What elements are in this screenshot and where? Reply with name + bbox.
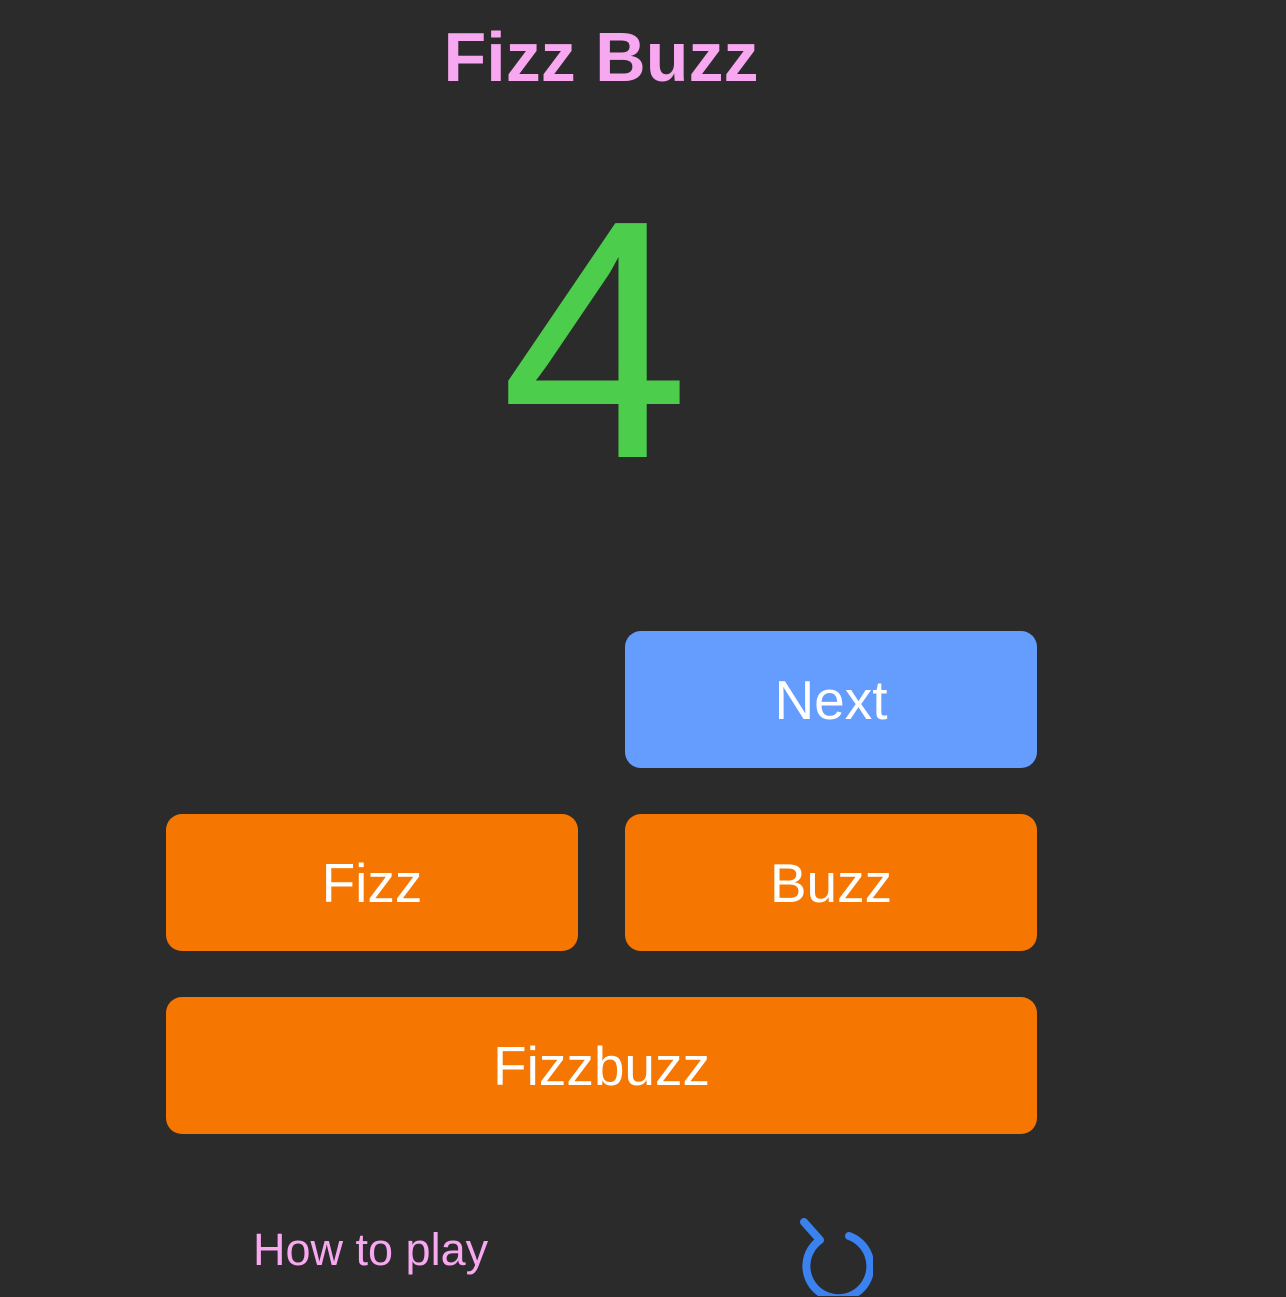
game-screen: Fizz Buzz 4 Next Fizz Buzz Fizzbuzz How … [0,0,1286,1297]
next-button[interactable]: Next [625,631,1037,768]
how-to-play-link[interactable]: How to play [253,1222,488,1278]
fizzbuzz-button[interactable]: Fizzbuzz [166,997,1037,1134]
buzz-button[interactable]: Buzz [625,814,1037,951]
restart-button[interactable] [787,1210,875,1297]
restart-icon [800,1218,875,1297]
page-title: Fizz Buzz [443,18,759,96]
fizz-button[interactable]: Fizz [166,814,578,951]
current-number: 4 [500,150,690,530]
